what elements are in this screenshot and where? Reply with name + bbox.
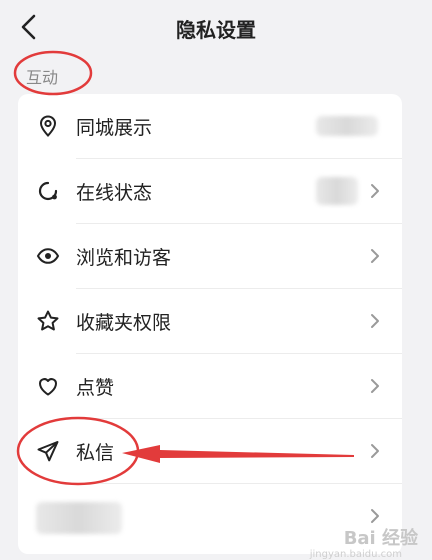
star-icon — [37, 310, 59, 331]
row-label: 私信 — [76, 442, 115, 464]
row-label: 在线状态 — [76, 182, 153, 204]
heart-icon — [39, 378, 57, 396]
watermark: Bai 经验 — [343, 528, 418, 549]
chevron-right-icon — [371, 314, 379, 328]
row-online-status[interactable]: 在线状态 — [18, 159, 402, 224]
row-label: 点赞 — [76, 377, 115, 399]
chevron-right-icon — [371, 249, 379, 263]
row-label: 收藏夹权限 — [76, 312, 172, 334]
blurred-label — [36, 502, 122, 534]
chevron-right-icon — [371, 509, 379, 523]
online-status-icon — [38, 181, 58, 201]
eye-icon — [36, 248, 60, 264]
page-title: 隐私设置 — [176, 18, 256, 42]
header: 隐私设置 — [0, 0, 432, 56]
row-label: 同城展示 — [76, 117, 153, 139]
row-browsing-visitors[interactable]: 浏览和访客 — [18, 224, 402, 289]
chevron-right-icon — [371, 184, 379, 198]
paper-plane-icon — [37, 441, 59, 462]
row-likes[interactable]: 点赞 — [18, 354, 402, 419]
section-label: 互动 — [26, 68, 59, 87]
settings-card: 同城展示 在线状态 浏览和访客 收藏夹权限 点赞 私信 — [18, 94, 402, 554]
location-pin-icon — [39, 115, 57, 137]
chevron-right-icon — [371, 444, 379, 458]
blurred-value — [316, 116, 378, 136]
row-nearby-display[interactable]: 同城展示 — [18, 94, 402, 159]
watermark-sub: jingyan.baidu.com — [309, 549, 402, 560]
row-label: 浏览和访客 — [76, 247, 172, 269]
blurred-value — [316, 177, 358, 205]
chevron-right-icon — [371, 379, 379, 393]
row-favorites-permission[interactable]: 收藏夹权限 — [18, 289, 402, 354]
row-private-message[interactable]: 私信 — [18, 419, 402, 484]
